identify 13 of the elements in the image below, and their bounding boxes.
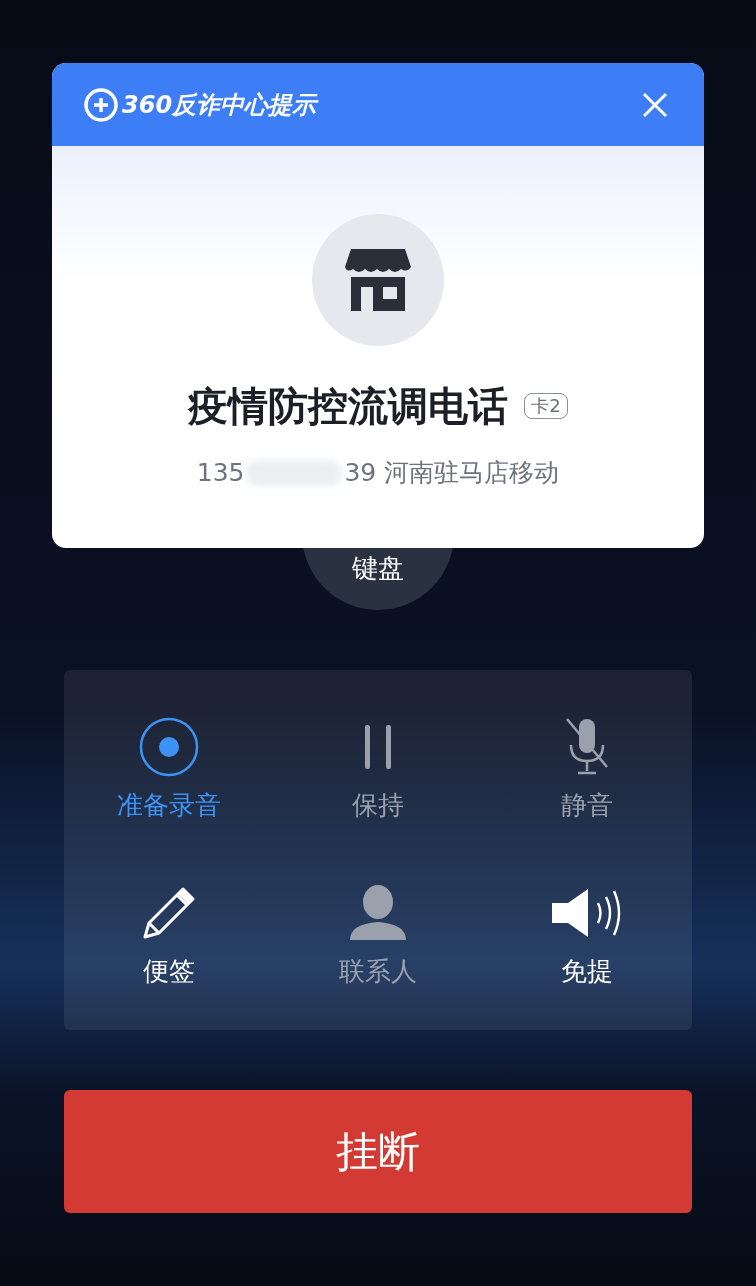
call-control-button[interactable]: 准备录音 <box>64 684 274 850</box>
shop-icon <box>343 247 413 313</box>
hang-up-button[interactable]: 挂断 <box>64 1090 692 1213</box>
call-control-button[interactable]: 便签 <box>64 850 274 1016</box>
call-control-button[interactable]: 免提 <box>482 850 692 1016</box>
alert-title: 360反诈中心提示 <box>122 89 317 121</box>
close-icon[interactable] <box>642 91 668 118</box>
shield-plus-logo-icon <box>84 87 118 122</box>
sim-badge: 卡2 <box>524 393 568 419</box>
phone-number-end: 39 <box>344 457 377 489</box>
caller-name: 疫情防控流调电话 <box>188 382 509 431</box>
phone-number-start: 135 <box>196 457 245 489</box>
carrier-location: 河南驻马店移动 <box>384 457 560 489</box>
